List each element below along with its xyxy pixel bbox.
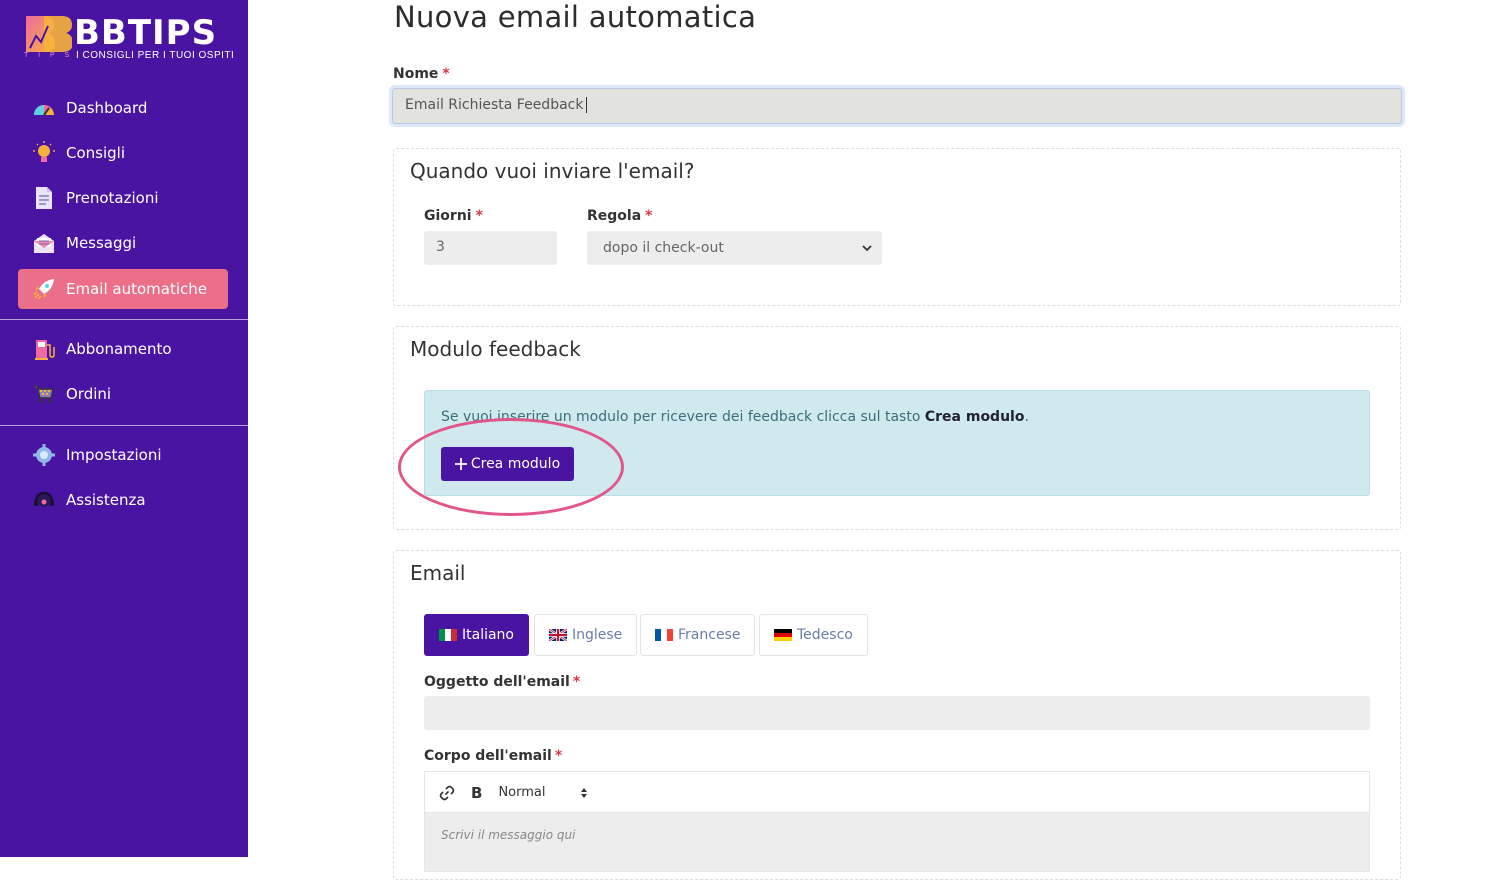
sidebar-divider: [0, 425, 248, 426]
feedback-info-alert: Se vuoi inserire un modulo per ricevere …: [424, 390, 1370, 496]
sidebar-item-label: Dashboard: [66, 99, 148, 117]
plus-icon: [454, 458, 467, 470]
feedback-legend: Modulo feedback: [410, 337, 581, 361]
nome-input[interactable]: Email Richiesta Feedback: [392, 88, 1402, 124]
sidebar-item-label: Abbonamento: [66, 340, 172, 358]
brand-logo[interactable]: BBTIPS T I P S I CONSIGLI PER I TUOI OSP…: [24, 13, 234, 64]
sidebar-item-label: Consigli: [66, 144, 125, 162]
fr-flag-icon: [655, 629, 673, 641]
feedback-info-text: Se vuoi inserire un modulo per ricevere …: [441, 409, 1029, 425]
gear-icon: [32, 443, 56, 467]
sidebar-item-ordini[interactable]: Ordini: [18, 374, 228, 414]
corpo-label: Corpo dell'email *: [424, 748, 563, 764]
updown-arrows-icon: [581, 787, 588, 798]
gas-pump-icon: [32, 337, 56, 361]
cart-icon: [32, 382, 56, 406]
oggetto-label: Oggetto dell'email *: [424, 674, 581, 690]
tab-francese[interactable]: Francese: [640, 614, 756, 656]
email-legend: Email: [410, 561, 466, 585]
sidebar-item-label: Assistenza: [66, 491, 146, 509]
envelope-icon: [32, 231, 56, 255]
brand-tips-letters: T I P S: [24, 52, 74, 59]
sidebar-item-label: Messaggi: [66, 234, 137, 252]
giorni-input[interactable]: 3: [424, 231, 557, 265]
main-content: Nuova email automatica Nome * Email Richi…: [248, 0, 1491, 880]
editor-toolbar: B Normal: [424, 771, 1370, 813]
sidebar-item-label: Ordini: [66, 385, 112, 403]
sidebar-item-dashboard[interactable]: Dashboard: [18, 88, 228, 128]
regola-select[interactable]: dopo il check-out: [587, 231, 882, 265]
chevron-down-icon: [862, 245, 872, 252]
rocket-icon: [32, 277, 56, 301]
brand-tagline: I CONSIGLI PER I TUOI OSPITI: [76, 50, 235, 61]
text-cursor: [586, 97, 588, 113]
uk-flag-icon: [549, 629, 567, 641]
crea-modulo-button[interactable]: Crea modulo: [441, 447, 574, 481]
oggetto-input[interactable]: [424, 696, 1370, 730]
nome-label: Nome *: [393, 66, 450, 82]
lightbulb-icon: [32, 141, 56, 165]
it-flag-icon: [439, 629, 457, 641]
sidebar-item-label: Prenotazioni: [66, 189, 159, 207]
link-icon[interactable]: [439, 785, 455, 801]
sidebar-item-impostazioni[interactable]: Impostazioni: [18, 435, 228, 475]
bold-button[interactable]: B: [471, 784, 482, 802]
sidebar: BBTIPS T I P S I CONSIGLI PER I TUOI OSP…: [0, 0, 248, 857]
tab-inglese[interactable]: Inglese: [534, 614, 638, 656]
sidebar-item-abbonamento[interactable]: Abbonamento: [18, 329, 228, 369]
sidebar-item-email-automatiche[interactable]: Email automatiche: [18, 269, 228, 309]
document-icon: [32, 186, 56, 210]
brand-name: BBTIPS: [74, 13, 218, 53]
giorni-label: Giorni *: [424, 208, 483, 224]
sidebar-item-messaggi[interactable]: Messaggi: [18, 223, 228, 263]
sidebar-item-consigli[interactable]: Consigli: [18, 133, 228, 173]
sidebar-item-assistenza[interactable]: Assistenza: [18, 480, 228, 520]
logo-mark-icon: [26, 16, 72, 52]
de-flag-icon: [774, 629, 792, 641]
email-body-editor[interactable]: Scrivi il messaggio qui: [424, 812, 1370, 872]
sidebar-divider: [0, 319, 248, 320]
tab-italiano[interactable]: Italiano: [424, 614, 529, 656]
headset-icon: [32, 488, 56, 512]
dashboard-icon: [32, 96, 56, 120]
tab-tedesco[interactable]: Tedesco: [759, 614, 868, 656]
sidebar-item-label: Impostazioni: [66, 446, 162, 464]
sidebar-item-prenotazioni[interactable]: Prenotazioni: [18, 178, 228, 218]
when-fieldset: Quando vuoi inviare l'email? Giorni * 3 R…: [393, 148, 1401, 306]
regola-label: Regola *: [587, 208, 653, 224]
sidebar-item-label: Email automatiche: [66, 280, 207, 298]
format-select[interactable]: Normal: [498, 785, 588, 800]
when-legend: Quando vuoi inviare l'email?: [410, 159, 695, 183]
page-title: Nuova email automatica: [394, 0, 757, 34]
